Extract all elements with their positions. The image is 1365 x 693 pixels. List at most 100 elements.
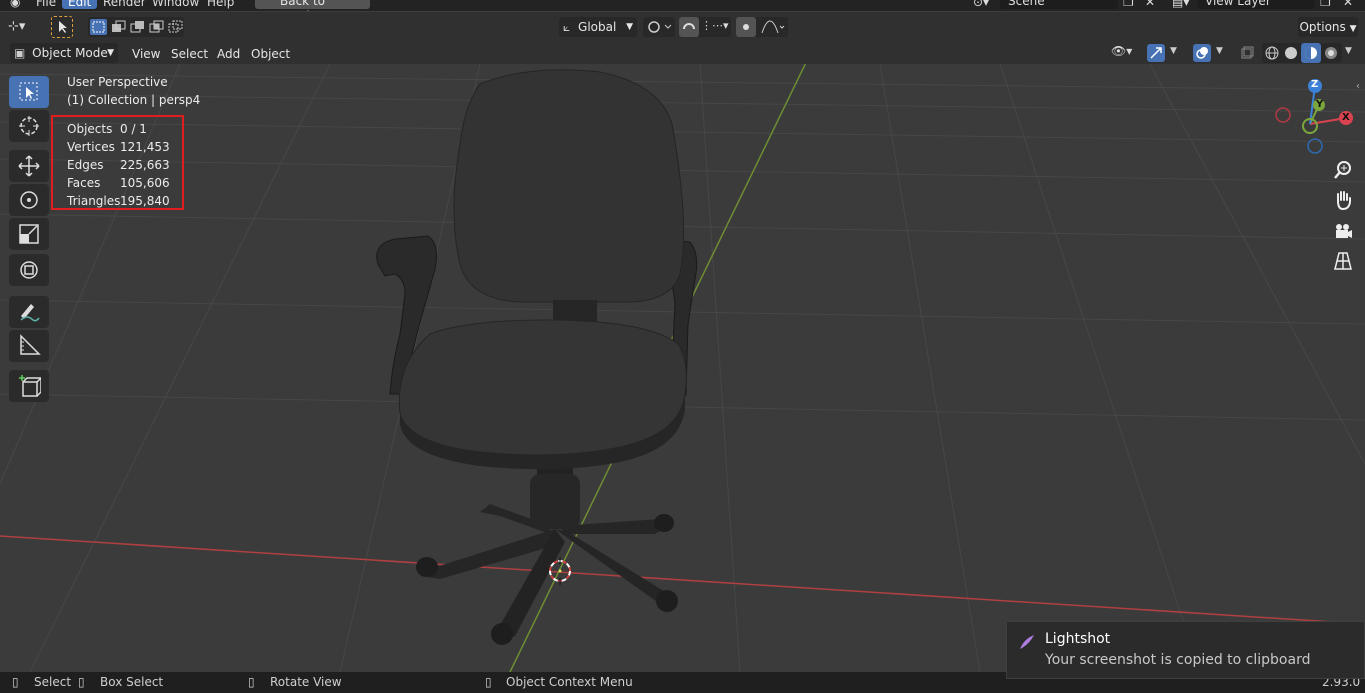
mouse-middle-icon: ▯ <box>248 675 255 689</box>
viewport-menu-object[interactable]: Object <box>251 45 290 63</box>
scene-selector-icon[interactable]: ⊙▾ <box>973 0 989 9</box>
proportional-editing-group <box>736 17 788 37</box>
select-invert-icon[interactable] <box>148 19 165 35</box>
select-tool-icon[interactable] <box>51 16 73 38</box>
delete-view-layer-icon[interactable]: ✕ <box>1343 0 1353 9</box>
stat-vertices-value: 121,453 <box>120 140 170 154</box>
tool-scale[interactable] <box>9 218 49 250</box>
tool-transform[interactable] <box>9 254 49 286</box>
view-layer-icon[interactable]: ▤▾ <box>1172 0 1189 9</box>
chevron-down-icon: ▼ <box>107 48 114 58</box>
grid-perspective-icon <box>1334 252 1352 270</box>
annotate-pencil-icon <box>20 304 40 322</box>
falloff-icon[interactable] <box>760 19 786 35</box>
chevron-down-icon[interactable]: ▼ <box>1345 46 1352 56</box>
wireframe-shading-icon[interactable] <box>1265 46 1279 60</box>
transform-orientation-label: Global <box>578 20 617 34</box>
stat-triangles-value: 195,840 <box>120 194 170 208</box>
scene-name-label: Scene <box>1008 0 1045 8</box>
delete-scene-icon[interactable]: ✕ <box>1145 0 1155 9</box>
status-rotate-view-label: Rotate View <box>270 675 342 689</box>
select-box-icon <box>19 82 38 101</box>
viewport-menu-view[interactable]: View <box>132 45 160 63</box>
view-layer-field[interactable]: View Layer <box>1197 0 1315 9</box>
camera-icon <box>1336 224 1352 238</box>
tool-select-box[interactable] <box>9 76 49 108</box>
select-intersect-icon[interactable] <box>167 19 184 35</box>
overlays-toggle-icon[interactable] <box>1193 44 1211 62</box>
gizmo-toggle-icon[interactable] <box>1147 44 1165 62</box>
object-mode-dropdown[interactable]: ▣ Object Mode ▼ <box>10 43 118 63</box>
menu-render[interactable]: Render <box>103 0 146 9</box>
lightshot-feather-icon <box>1020 635 1034 649</box>
scene-name-field[interactable]: Scene <box>1000 0 1118 9</box>
perspective-toggle-button[interactable] <box>1331 249 1355 273</box>
measure-ruler-icon <box>20 334 41 355</box>
stat-triangles-label: Triangles <box>67 194 121 208</box>
new-view-layer-icon[interactable]: ❐ <box>1320 0 1331 9</box>
chevron-down-icon[interactable]: ▼ <box>1170 46 1177 56</box>
proportional-editing-icon[interactable] <box>736 17 756 37</box>
gizmo-neg-x-icon[interactable] <box>1275 107 1291 123</box>
menu-help[interactable]: Help <box>207 0 234 9</box>
selection-mode-group <box>88 17 184 37</box>
menu-window[interactable]: Window <box>152 0 199 9</box>
rendered-shading-icon[interactable] <box>1324 46 1338 60</box>
gizmo-z-label: Z <box>1311 79 1319 90</box>
view-layer-label: View Layer <box>1205 0 1271 8</box>
status-select-label: Select <box>34 675 72 689</box>
viewport-menu-add[interactable]: Add <box>217 45 240 63</box>
new-scene-icon[interactable]: ❐ <box>1123 0 1134 9</box>
solid-shading-icon[interactable] <box>1284 46 1298 60</box>
gizmo-neg-z-icon[interactable] <box>1307 138 1323 154</box>
office-chair-model[interactable] <box>376 69 698 645</box>
snap-to-increment-icon[interactable]: ⋮⋯▾ <box>701 19 729 35</box>
material-preview-shading-icon[interactable] <box>1301 43 1321 63</box>
chevron-down-icon[interactable]: ▼ <box>1216 46 1223 56</box>
view-perspective-label: User Perspective <box>67 75 168 89</box>
scene-statistics: Objects 0 / 1 Vertices 121,453 Edges 225… <box>51 115 184 210</box>
stat-faces-value: 105,606 <box>120 176 170 190</box>
tool-move[interactable] <box>9 150 49 182</box>
options-dropdown[interactable]: Options ▼ <box>1298 17 1358 37</box>
3d-viewport[interactable]: User Perspective (1) Collection | persp4… <box>0 64 1365 672</box>
tool-annotate[interactable] <box>9 296 49 328</box>
x-axis-line <box>0 535 1365 625</box>
status-box-select-label: Box Select <box>100 675 164 689</box>
select-new-icon[interactable] <box>90 19 107 35</box>
sidebar-toggle-icon[interactable]: ‹ <box>1356 81 1360 92</box>
viewport-header: ▣ Object Mode ▼ View Select Add Object 👁… <box>0 42 1365 64</box>
top-menu-bar: ◉ File Edit Render Window Help Back to P… <box>0 0 1365 11</box>
visibility-dropdown-icon[interactable]: 👁▾ <box>1111 44 1141 62</box>
select-subtract-icon[interactable] <box>129 19 146 35</box>
stat-objects-value: 0 / 1 <box>120 122 147 136</box>
tool-rotate[interactable] <box>9 184 49 216</box>
menu-edit[interactable]: Edit <box>62 0 98 9</box>
camera-view-button[interactable] <box>1331 219 1355 243</box>
blender-logo-icon[interactable]: ◉ <box>10 0 20 9</box>
notification-title: Lightshot <box>1045 631 1111 647</box>
pivot-point-dropdown[interactable] <box>643 17 675 37</box>
chevron-down-icon: ▼ <box>626 22 633 32</box>
viewport-menu-select[interactable]: Select <box>171 45 208 63</box>
cursor-icon <box>19 116 39 136</box>
tool-add-cube[interactable] <box>9 370 49 402</box>
lightshot-notification[interactable]: Lightshot Your screenshot is copied to c… <box>1006 621 1365 679</box>
back-to-previous-label: Back to Previous <box>280 0 331 11</box>
select-extend-icon[interactable] <box>110 19 127 35</box>
scale-icon <box>19 224 39 244</box>
zoom-view-button[interactable] <box>1331 158 1355 182</box>
transform-orientation-dropdown[interactable]: ⟀ Global ▼ <box>559 17 637 37</box>
editor-type-icon[interactable]: ⊹▾ <box>8 17 42 37</box>
menu-file[interactable]: File <box>36 0 56 9</box>
mouse-left-icon: ▯ <box>12 675 19 689</box>
object-mode-icon: ▣ <box>14 46 26 60</box>
xray-toggle-icon[interactable] <box>1239 44 1255 62</box>
tool-cursor[interactable] <box>9 110 49 142</box>
transform-icon <box>20 261 38 279</box>
pan-view-button[interactable] <box>1331 188 1355 212</box>
tool-measure[interactable] <box>9 330 49 362</box>
shading-mode-group <box>1262 43 1342 63</box>
back-to-previous-button[interactable]: Back to Previous <box>255 0 370 11</box>
snap-toggle-icon[interactable] <box>679 17 699 37</box>
